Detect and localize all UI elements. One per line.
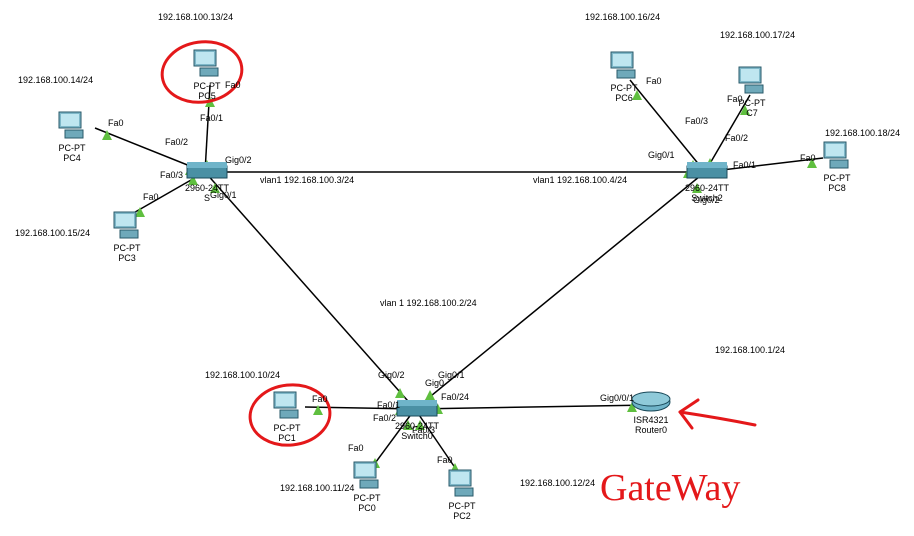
s0-g01: Gig0/1 [438, 370, 465, 380]
r0-ip: 192.168.100.1/24 [715, 345, 785, 355]
s0-fa02: Fa0/2 [373, 413, 396, 423]
pc-icon [735, 65, 769, 97]
pc6-ip: 192.168.100.16/24 [585, 12, 660, 22]
s2-g01: Gig0/1 [648, 150, 675, 160]
pc-icon [607, 50, 641, 82]
sS-g01: Gig0/1 [210, 190, 237, 200]
pc0-ip: 192.168.100.11/24 [280, 483, 354, 493]
s2-fa03: Fa0/3 [685, 116, 708, 126]
s2-g02: Gig0/2 [693, 195, 720, 205]
pc6-port: Fa0 [646, 76, 662, 86]
switch-0[interactable]: 2960-24TTSwitch0 [395, 398, 439, 442]
pc8[interactable]: PC-PTPC8 [820, 140, 854, 194]
pc1[interactable]: PC-PTPC1 [270, 390, 304, 444]
pc4-ip: 192.168.100.14/24 [18, 75, 93, 85]
pc8-ip: 192.168.100.18/24 [825, 128, 900, 138]
sS-fa02: Fa0/2 [165, 137, 188, 147]
s0-fa03: Fa0/3 [412, 425, 435, 435]
pc4[interactable]: PC-PTPC4 [55, 110, 89, 164]
r0-port: Gig0/0/1 [600, 393, 634, 403]
sS-g02: Gig0/2 [225, 155, 252, 165]
pc-icon [445, 468, 479, 500]
annotation-gateway: GateWay [600, 467, 740, 509]
sS-fa01: Fa0/1 [200, 113, 223, 123]
pc7[interactable]: PC-PTC7 [735, 65, 769, 119]
s0-vlan: vlan 1 192.168.100.2/24 [380, 298, 477, 308]
s0-fa01: Fa0/1 [377, 400, 400, 410]
pc-icon [110, 210, 144, 242]
pc1-ip: 192.168.100.10/24 [205, 370, 280, 380]
sS-fa03: Fa0/3 [160, 170, 183, 180]
s2-fa01: Fa0/1 [733, 160, 756, 170]
pc3-port: Fa0 [143, 192, 159, 202]
pc0[interactable]: PC-PTPC0 [350, 460, 384, 514]
s0-g02: Gig0/2 [378, 370, 405, 380]
pc8-port: Fa0 [800, 153, 816, 163]
pc-icon [270, 390, 304, 422]
pc-icon [820, 140, 854, 172]
pc-icon [190, 48, 224, 80]
link-layer: GateWay [0, 0, 914, 536]
router-icon [630, 390, 672, 414]
pc2-port: Fa0 [437, 455, 453, 465]
s2-vlan: vlan1 192.168.100.4/24 [533, 175, 627, 185]
pc6[interactable]: PC-PTPC6 [607, 50, 641, 104]
pc5[interactable]: PC-PTPC5 [190, 48, 224, 102]
pc-icon [55, 110, 89, 142]
pc1-port: Fa0 [312, 394, 328, 404]
pc7-port: Fa0 [727, 94, 743, 104]
pc0-port: Fa0 [348, 443, 364, 453]
pc-icon [350, 460, 384, 492]
pc2-ip: 192.168.100.12/24 [520, 478, 595, 488]
pc2[interactable]: PC-PTPC2 [445, 468, 479, 522]
pc7-ip: 192.168.100.17/24 [720, 30, 795, 40]
sS-vlan: vlan1 192.168.100.3/24 [260, 175, 354, 185]
pc3-ip: 192.168.100.15/24 [15, 228, 90, 238]
network-topology-canvas: { "devices": { "pc5": {"name":"PC-PT","h… [0, 0, 914, 536]
pc3[interactable]: PC-PTPC3 [110, 210, 144, 264]
switch-icon [685, 160, 729, 182]
pc4-port: Fa0 [108, 118, 124, 128]
router-0[interactable]: ISR4321Router0 [630, 390, 672, 436]
s2-fa02: Fa0/2 [725, 133, 748, 143]
switch-icon [395, 398, 439, 420]
pc5-ip: 192.168.100.13/24 [158, 12, 233, 22]
switch-icon [185, 160, 229, 182]
pc5-port: Fa0 [225, 80, 241, 90]
s0-fa024: Fa0/24 [441, 392, 469, 402]
